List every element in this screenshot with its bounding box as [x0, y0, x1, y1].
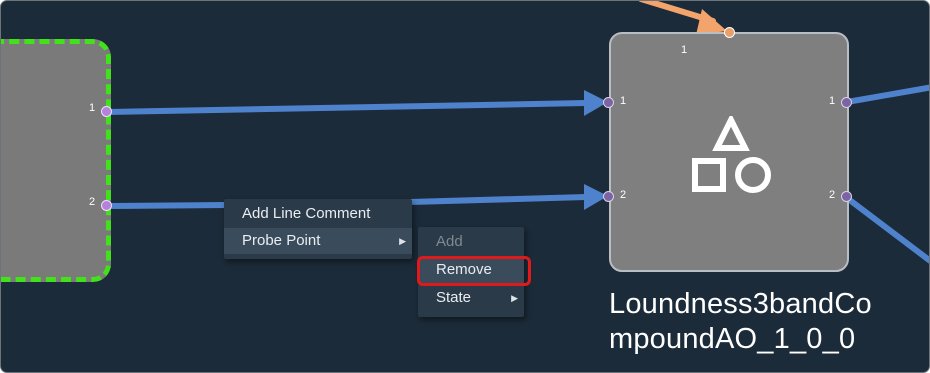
menu-item-probe-point-label: Probe Point [242, 232, 321, 249]
remove-highlight-annotation [417, 256, 531, 286]
submenu-item-add: Add [436, 233, 463, 250]
output-port-2[interactable] [841, 191, 852, 202]
node-title-line-1: Loundness3bandCo [609, 288, 872, 320]
node-title-line-2: mpoundAO_1_0_0 [609, 323, 856, 355]
input-port-label-1: 1 [620, 95, 627, 107]
output-port-label-1: 1 [829, 95, 836, 107]
menu-item-add-line-comment[interactable]: Add Line Comment [224, 201, 412, 227]
left-node-port-label-2: 2 [89, 196, 96, 208]
left-node-output-port-2[interactable] [101, 200, 112, 211]
output-port-label-2: 2 [829, 189, 836, 201]
top-input-port[interactable] [724, 27, 735, 38]
wire-2-left [106, 202, 228, 209]
context-menu: Add Line Comment Probe Point ▶ [224, 199, 412, 259]
menu-item-probe-point[interactable]: Probe Point ▶ [224, 228, 412, 254]
graph-canvas[interactable]: 1 2 1 1 2 1 2 Loundness3bandCo mpoundAO_… [0, 0, 930, 373]
output-wire-1 [846, 84, 929, 105]
input-port-label-2: 2 [620, 189, 627, 201]
submenu-item-state[interactable]: State ▶ [418, 285, 524, 311]
submenu-arrow-icon: ▶ [511, 293, 518, 303]
output-port-1[interactable] [841, 97, 852, 108]
left-node-output-port-1[interactable] [101, 106, 112, 117]
input-port-2[interactable] [603, 191, 614, 202]
submenu-item-state-label: State [436, 289, 472, 306]
top-port-label: 1 [681, 44, 688, 56]
wire-1 [106, 100, 587, 115]
input-port-1[interactable] [603, 97, 614, 108]
selected-node[interactable] [1, 39, 111, 282]
left-node-port-label-1: 1 [89, 102, 96, 114]
wire-2-right [409, 194, 587, 205]
output-wire-2 [845, 195, 929, 264]
node-title: Loundness3bandCo mpoundAO_1_0_0 [609, 287, 919, 357]
shapes-icon [689, 113, 773, 200]
submenu-arrow-icon: ▶ [399, 236, 406, 246]
